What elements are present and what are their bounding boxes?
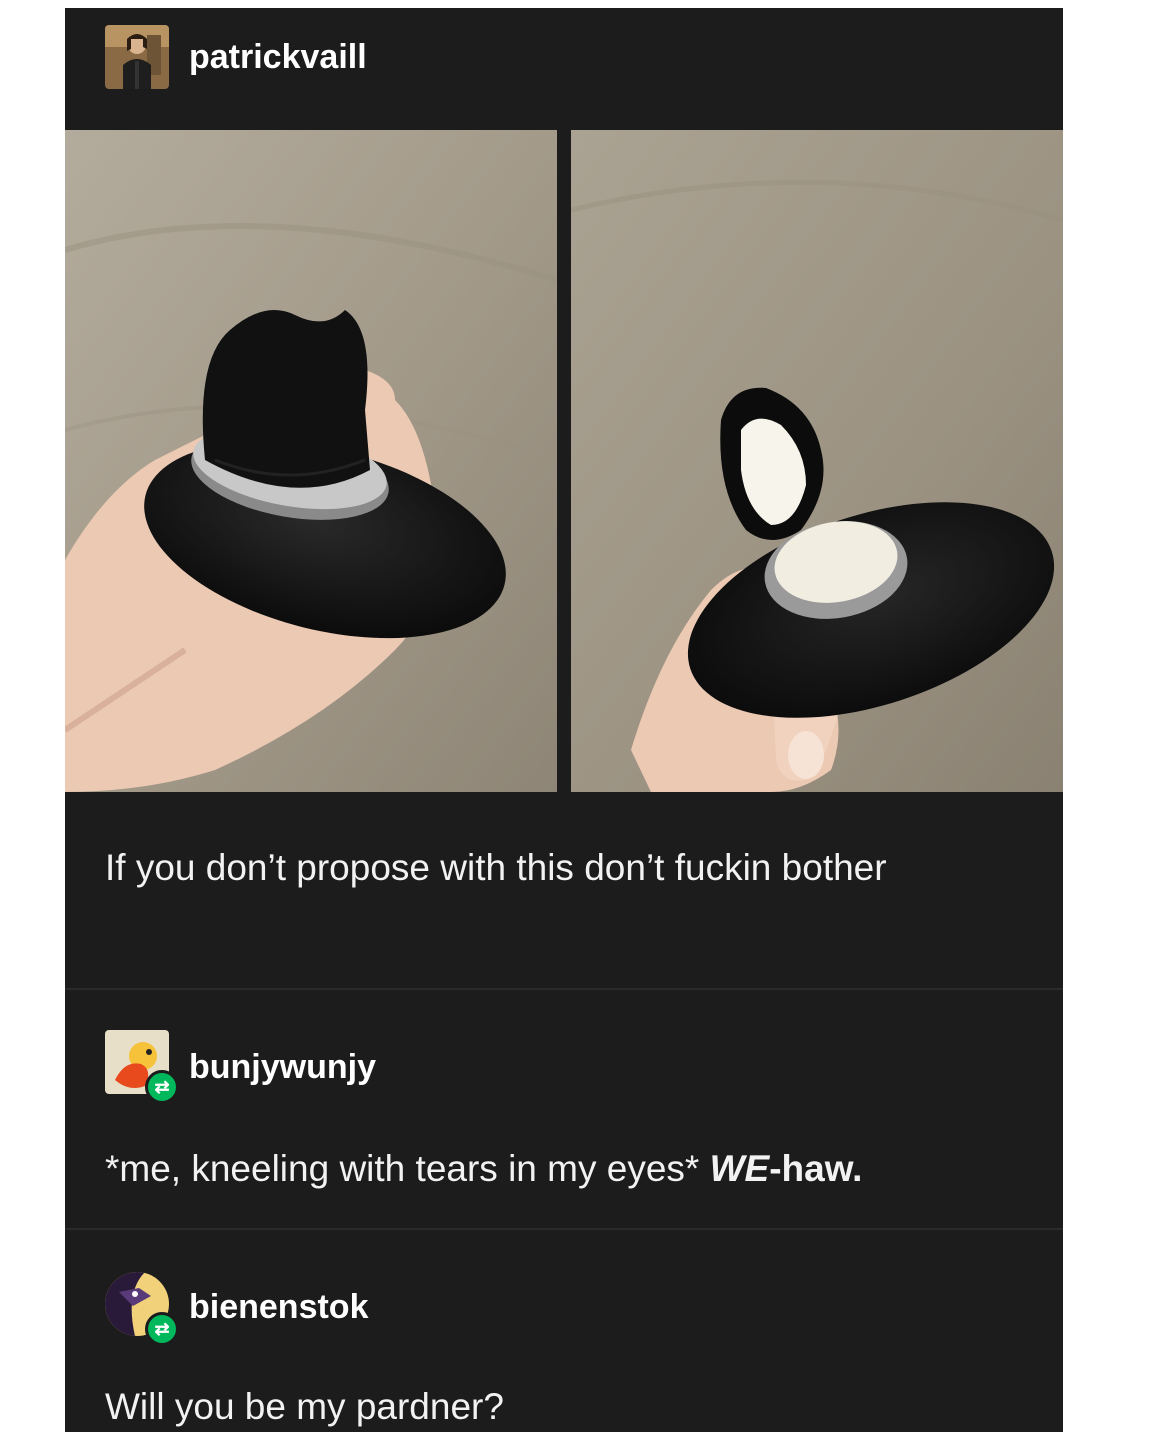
- post-author-username[interactable]: patrickvaill: [189, 38, 367, 77]
- photo-open-hat-box[interactable]: [571, 130, 1063, 792]
- comment-text: *me, kneeling with tears in my eyes*: [105, 1148, 710, 1189]
- reblog-avatar-bienenstok[interactable]: ⇄: [105, 1272, 185, 1352]
- reblog-avatar-bunjywunjy[interactable]: ⇄: [105, 1030, 185, 1110]
- photo-set: [65, 126, 1063, 796]
- reblogger-username-2[interactable]: bienenstok: [189, 1288, 368, 1327]
- divider: [65, 988, 1063, 990]
- reblogger-username-1[interactable]: bunjywunjy: [189, 1048, 376, 1087]
- tumblr-post: patrickvaill If you don’t propose with t…: [65, 8, 1063, 1432]
- post-caption: If you don’t propose with this don’t fuc…: [105, 847, 887, 888]
- comment-emphasis-italic: WE: [709, 1148, 770, 1189]
- avatar-patrickvaill[interactable]: [105, 25, 169, 89]
- divider: [65, 1228, 1063, 1230]
- post-header: patrickvaill: [65, 8, 1063, 126]
- reblog-icon: ⇄: [145, 1070, 179, 1104]
- comment-emphasis-bold: -haw.: [769, 1148, 863, 1189]
- reblog-comment-1: *me, kneeling with tears in my eyes* WE-…: [105, 1148, 862, 1190]
- reblog-icon: ⇄: [145, 1312, 179, 1346]
- photo-closed-hat-box[interactable]: [65, 130, 557, 792]
- reblog-comment-2: Will you be my pardner?: [105, 1386, 504, 1427]
